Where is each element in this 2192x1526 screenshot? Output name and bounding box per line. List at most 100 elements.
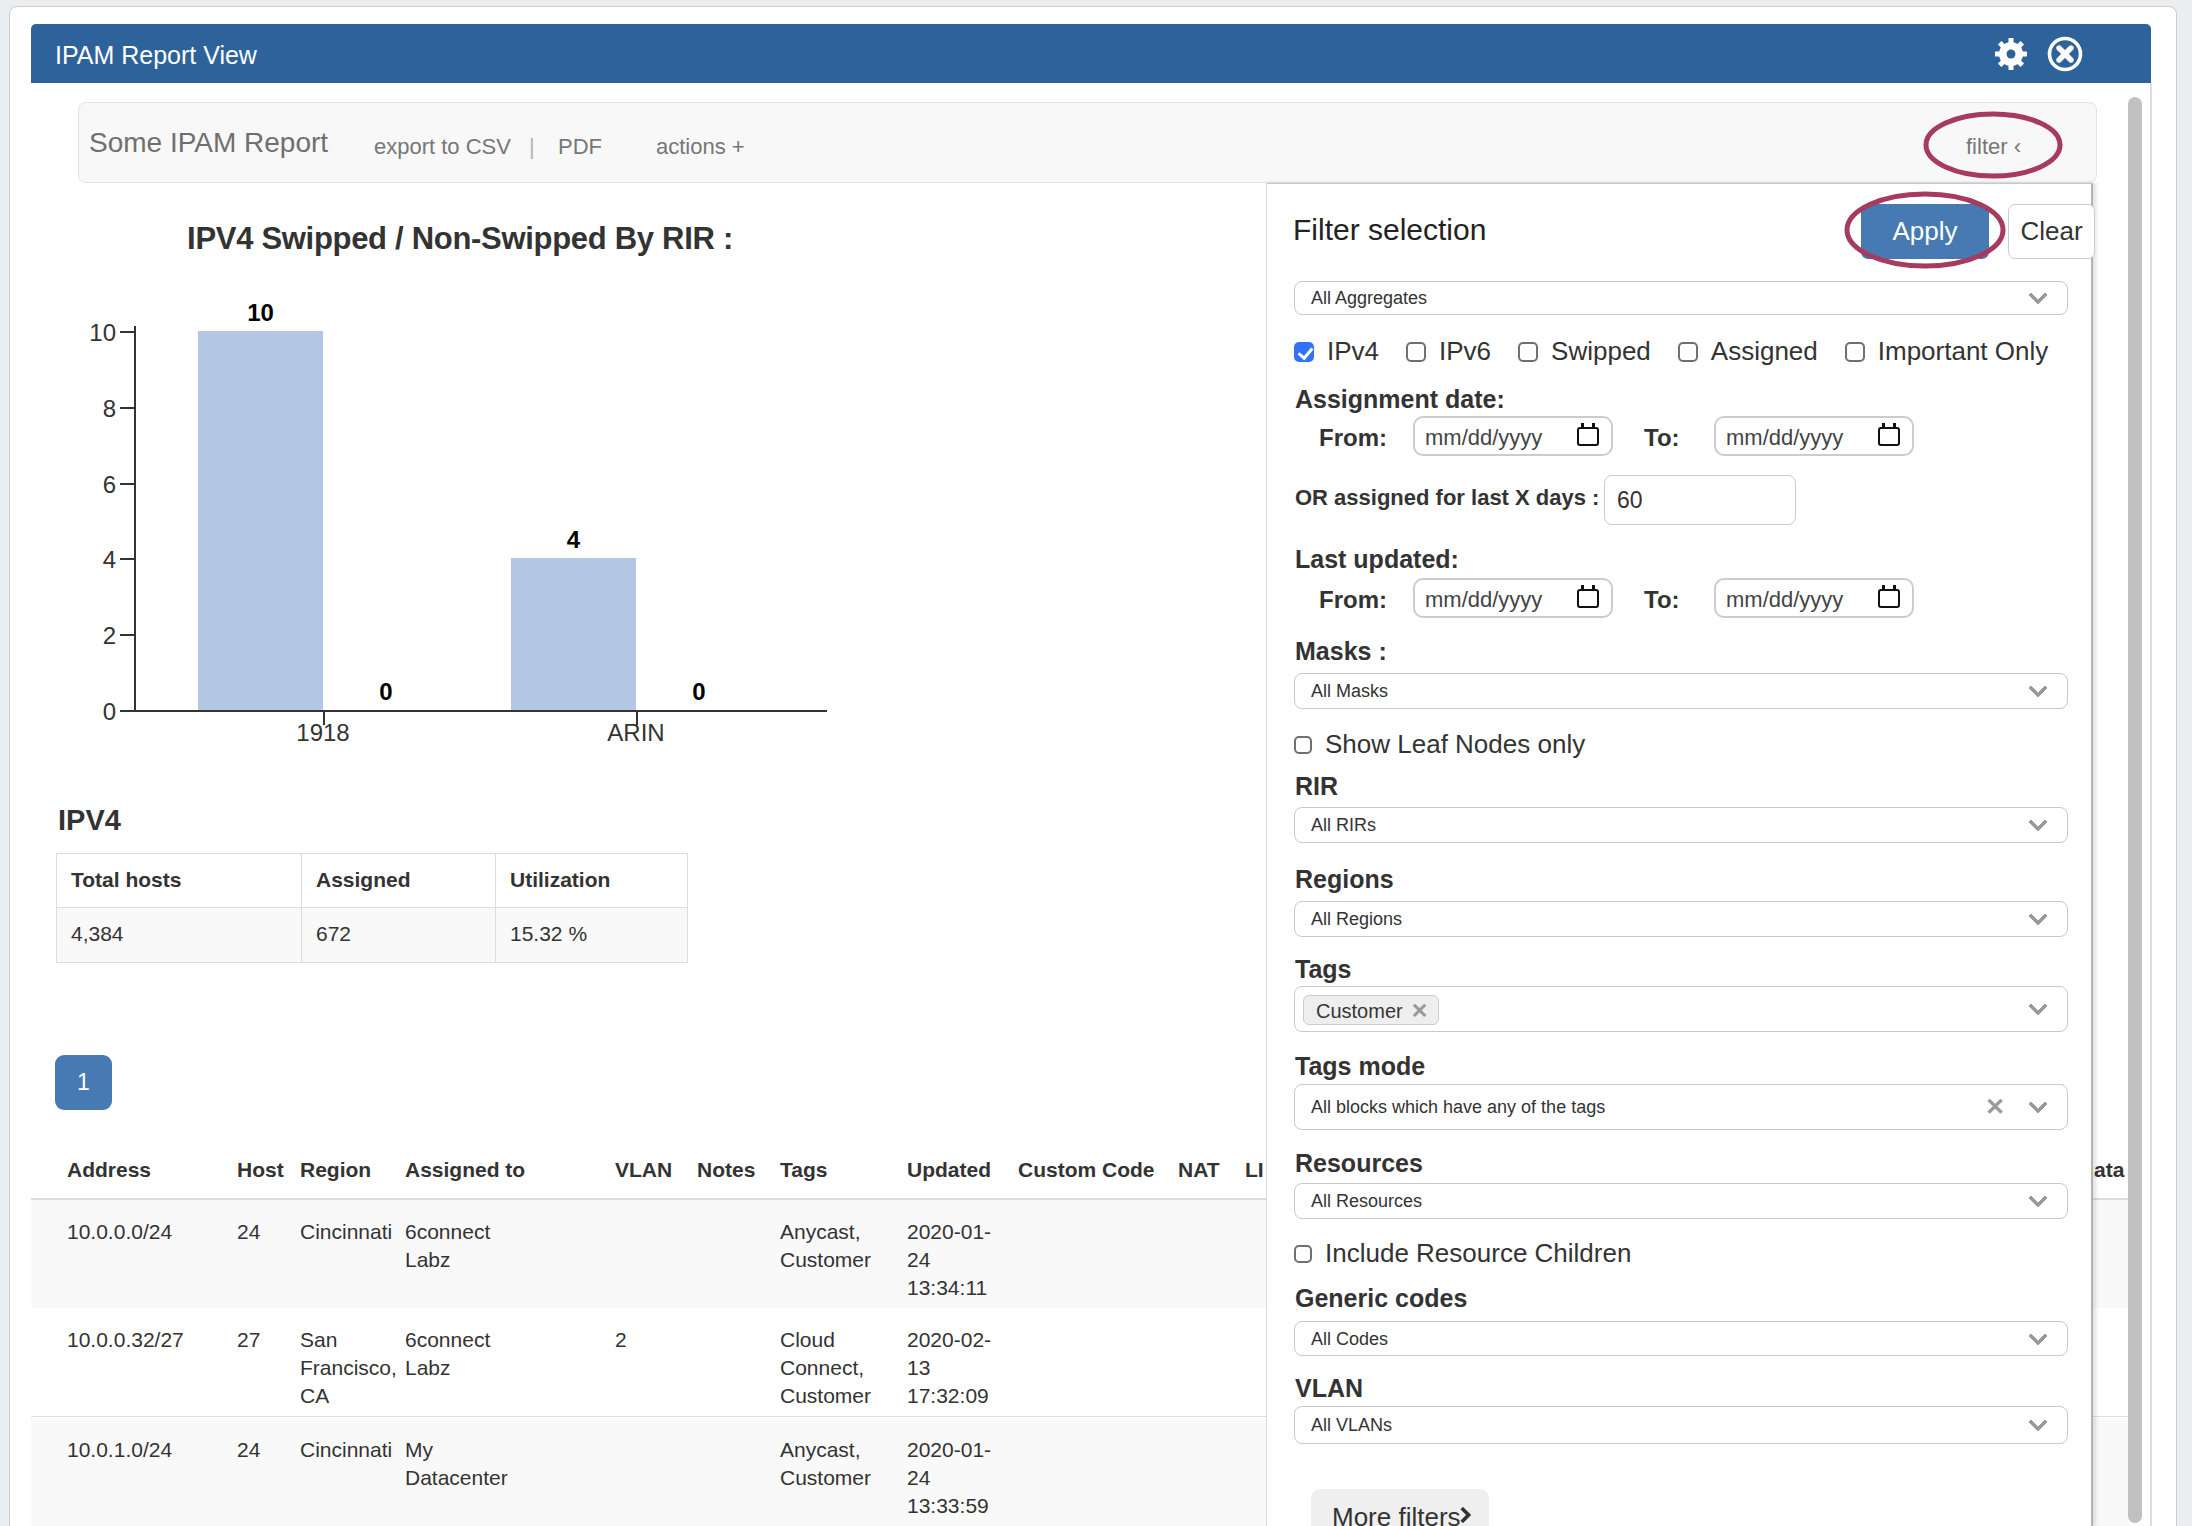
modal-title: IPAM Report View <box>55 41 257 70</box>
swipped-checkbox[interactable] <box>1518 342 1538 362</box>
ylab-el: 2 <box>76 622 116 650</box>
column-header-address[interactable]: Address <box>67 1158 151 1182</box>
ylab-el: 4 <box>76 546 116 574</box>
summary-col-header: Total hosts <box>57 854 301 907</box>
settings-gear-icon[interactable] <box>1991 34 2031 74</box>
vlan-label: VLAN <box>1295 1374 1363 1403</box>
tags-mode-label: Tags mode <box>1295 1052 1425 1081</box>
column-header-host[interactable]: Host <box>237 1158 284 1182</box>
more-filters-button[interactable]: More filters <box>1311 1489 1489 1526</box>
aggregates-select-value: All Aggregates <box>1311 288 1427 309</box>
filter-toggle[interactable]: filter ‹ <box>1966 134 2021 160</box>
bar-el <box>511 558 636 710</box>
assignment-from-input[interactable]: mm/dd/yyyy <box>1413 416 1613 456</box>
pagination-page-1[interactable]: 1 <box>55 1055 112 1110</box>
leaf-nodes-checkbox[interactable] <box>1294 736 1312 754</box>
tags-select[interactable]: Customer✕ <box>1294 986 2068 1032</box>
ipv4-summary-table: Total hostsAssignedUtilization 4,3846721… <box>56 853 688 963</box>
axisline-el <box>120 483 134 485</box>
resources-select[interactable]: All Resources <box>1294 1183 2068 1219</box>
chevron-down-icon <box>2028 996 2048 1016</box>
summary-col-header: Assigned <box>301 854 495 907</box>
export-csv-link[interactable]: export to CSV <box>374 134 511 160</box>
resource-children-row: Include Resource Children <box>1294 1238 1631 1269</box>
assignment-from-label: From: <box>1319 424 1387 452</box>
tag-chip-customer[interactable]: Customer✕ <box>1303 995 1439 1025</box>
table-cell: 2020-02-13 17:32:09 <box>907 1308 1000 1410</box>
updated-to-input[interactable]: mm/dd/yyyy <box>1714 578 1914 618</box>
rir-select[interactable]: All RIRs <box>1294 807 2068 843</box>
tags-mode-select[interactable]: All blocks which have any of the tags ✕ <box>1294 1084 2068 1130</box>
table-cell: San Francisco, CA <box>300 1308 400 1410</box>
column-header-vlan[interactable]: VLAN <box>615 1158 672 1182</box>
ylab-el: 10 <box>76 319 116 347</box>
vlab-el: 10 <box>201 299 321 327</box>
or-days-input[interactable]: 60 <box>1604 475 1796 525</box>
masks-select[interactable]: All Masks <box>1294 673 2068 709</box>
assignment-date-label: Assignment date: <box>1295 385 1505 414</box>
scrollbar-thumb[interactable] <box>2128 97 2142 1523</box>
checkbox-label: Assigned <box>1711 336 1818 367</box>
report-toolbar: Some IPAM Report export to CSV | PDF act… <box>78 102 2097 183</box>
tag-remove-icon[interactable]: ✕ <box>1411 999 1429 1022</box>
chevron-down-icon <box>2028 812 2048 832</box>
column-header-tags[interactable]: Tags <box>780 1158 827 1182</box>
table-cell: Anycast, Customer <box>780 1418 898 1492</box>
summary-cell: 4,384 <box>57 908 301 962</box>
aggregates-select[interactable]: All Aggregates <box>1294 281 2068 315</box>
column-header-notes[interactable]: Notes <box>697 1158 755 1182</box>
generic-codes-select[interactable]: All Codes <box>1294 1321 2068 1356</box>
table-cell: 2020-01-24 13:33:59 <box>907 1418 1000 1520</box>
chevron-down-icon <box>2028 285 2048 305</box>
vlan-select[interactable]: All VLANs <box>1294 1406 2068 1444</box>
ylab-el: 6 <box>76 471 116 499</box>
column-header-updated[interactable]: Updated <box>907 1158 991 1182</box>
assignment-to-input[interactable]: mm/dd/yyyy <box>1714 416 1914 456</box>
column-header-custom-code[interactable]: Custom Code <box>1018 1158 1155 1182</box>
column-header-region[interactable]: Region <box>300 1158 371 1182</box>
column-header-li[interactable]: LI <box>1245 1158 1264 1182</box>
chevron-down-icon <box>2028 1412 2048 1432</box>
axisline-el <box>120 710 134 712</box>
generic-codes-select-value: All Codes <box>1311 1328 1388 1349</box>
ipv6-checkbox[interactable] <box>1406 342 1426 362</box>
chevron-down-icon <box>2028 1188 2048 1208</box>
pdf-link[interactable]: PDF <box>558 134 602 160</box>
resource-children-label: Include Resource Children <box>1325 1238 1631 1269</box>
actions-menu[interactable]: actions + <box>656 134 745 160</box>
axisline-el <box>120 407 134 409</box>
updated-from-label: From: <box>1319 586 1387 614</box>
regions-select[interactable]: All Regions <box>1294 901 2068 937</box>
table-cell: 10.0.0.32/27 <box>67 1308 227 1354</box>
clear-button[interactable]: Clear <box>2008 204 2095 259</box>
ipv4-checkbox[interactable] <box>1294 342 1314 362</box>
vlab-el: 4 <box>514 526 634 554</box>
important-only-checkbox[interactable] <box>1845 342 1865 362</box>
axisline-el <box>134 326 136 712</box>
ipv4-section-heading: IPV4 <box>58 804 121 837</box>
regions-select-value: All Regions <box>1311 909 1402 930</box>
vlab-el: 0 <box>639 678 759 706</box>
assigned-checkbox[interactable] <box>1678 342 1698 362</box>
column-header-nat[interactable]: NAT <box>1178 1158 1220 1182</box>
close-icon[interactable] <box>2045 34 2085 74</box>
vlan-select-value: All VLANs <box>1311 1415 1392 1436</box>
calendar-icon <box>1577 427 1599 446</box>
tags-label: Tags <box>1295 955 1352 984</box>
date-placeholder: mm/dd/yyyy <box>1425 587 1542 613</box>
modal-titlebar: IPAM Report View <box>31 24 2151 83</box>
chevron-down-icon <box>2028 1094 2048 1114</box>
resource-children-checkbox[interactable] <box>1294 1245 1312 1263</box>
masks-select-value: All Masks <box>1311 681 1388 702</box>
apply-button[interactable]: Apply <box>1861 204 1989 259</box>
table-cell: 6connect Labz <box>405 1308 510 1382</box>
updated-from-input[interactable]: mm/dd/yyyy <box>1413 578 1613 618</box>
summary-data-row: 4,38467215.32 % <box>57 908 687 962</box>
or-days-label: OR assigned for last X days : <box>1295 485 1599 511</box>
bar-el <box>198 331 323 710</box>
table-cell: Cincinnati <box>300 1200 400 1246</box>
clear-selection-icon[interactable]: ✕ <box>1985 1093 2005 1121</box>
table-cell: 2 <box>615 1308 675 1354</box>
table-cell: Cloud Connect, Customer <box>780 1308 898 1410</box>
column-header-assigned-to[interactable]: Assigned to <box>405 1158 525 1182</box>
